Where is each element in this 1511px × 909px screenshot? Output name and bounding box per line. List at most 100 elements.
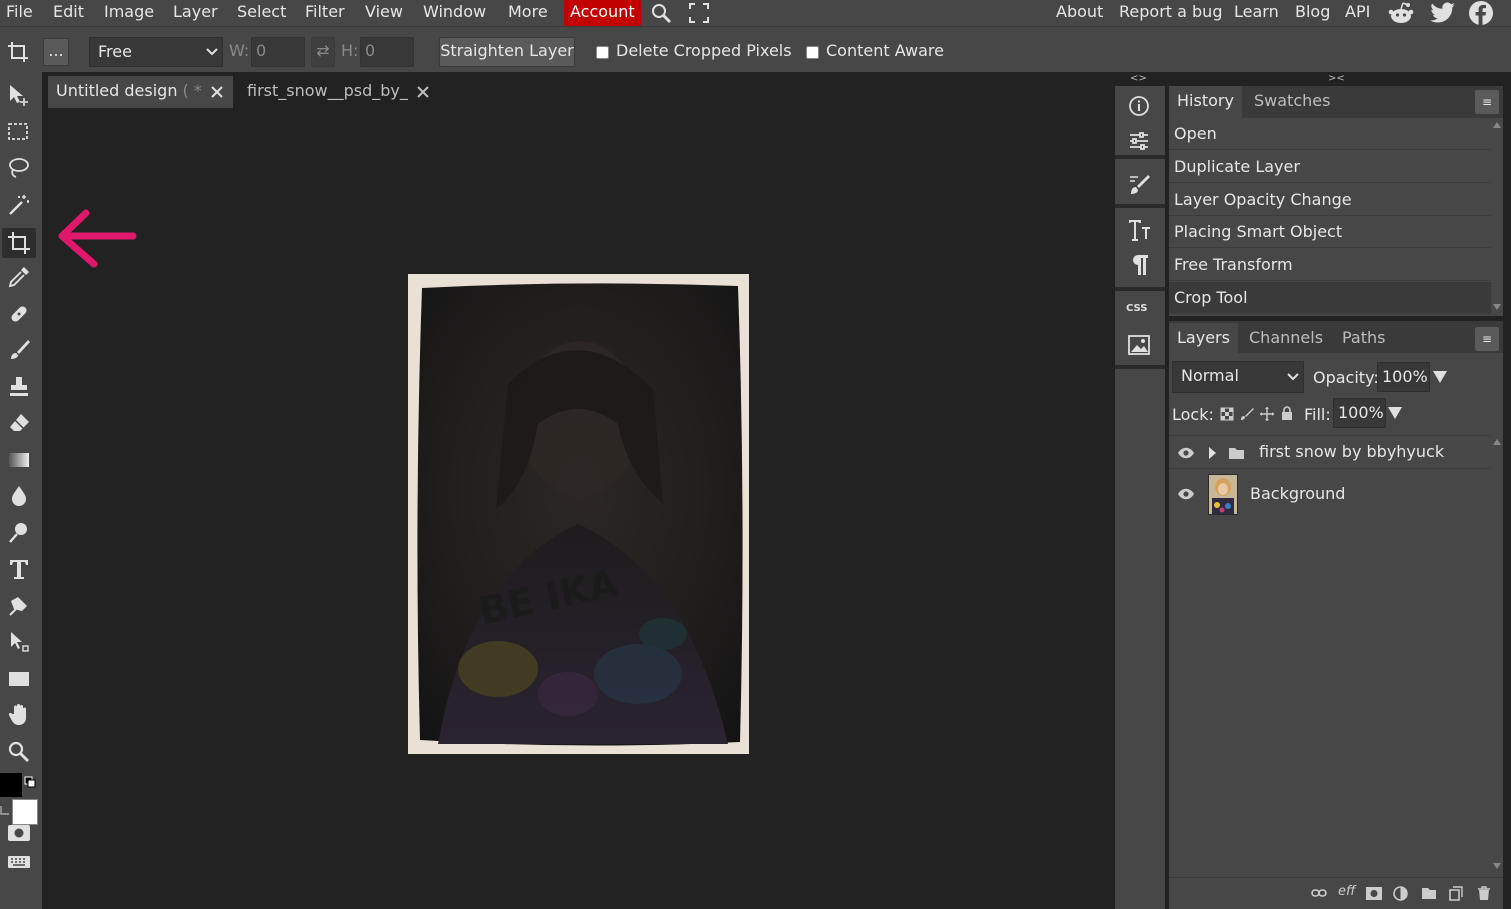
canvas-image[interactable]: BE IKA [408, 274, 749, 754]
layer-mask-icon[interactable] [1366, 887, 1382, 900]
menu-layer[interactable]: Layer [173, 0, 218, 26]
pen-tool-icon[interactable] [6, 593, 32, 619]
lock-all-icon[interactable] [1280, 406, 1294, 421]
content-aware-checkbox[interactable] [806, 46, 819, 59]
shape-tool-icon[interactable] [6, 666, 32, 692]
tab-layers[interactable]: Layers [1169, 323, 1238, 355]
clone-stamp-tool-icon[interactable] [6, 374, 32, 400]
menu-image[interactable]: Image [104, 0, 154, 26]
opacity-dropdown-icon[interactable] [1433, 371, 1447, 383]
history-item-layer-opacity-change[interactable]: Layer Opacity Change [1169, 184, 1491, 216]
collapse-left-toggle[interactable]: <> [1130, 73, 1147, 84]
visibility-eye-icon[interactable] [1177, 488, 1195, 500]
info-icon[interactable] [1128, 95, 1150, 117]
move-tool-icon[interactable] [6, 82, 32, 108]
adjustment-layer-icon[interactable] [1393, 886, 1408, 901]
character-icon[interactable] [1128, 218, 1152, 242]
scroll-up-icon[interactable] [1493, 439, 1501, 445]
eraser-tool-icon[interactable] [6, 410, 32, 436]
magic-wand-tool-icon[interactable] [6, 192, 32, 218]
tab-first-snow[interactable]: first_snow__psd_by_ [239, 76, 437, 108]
scroll-down-icon[interactable] [1493, 863, 1501, 869]
height-input[interactable]: 0 [360, 37, 414, 67]
menu-window[interactable]: Window [423, 0, 486, 26]
close-tab-icon[interactable] [416, 85, 430, 99]
menu-report-bug[interactable]: Report a bug [1119, 0, 1222, 26]
reset-colors-icon[interactable] [0, 800, 10, 815]
more-options-button[interactable]: ... [43, 38, 69, 66]
tab-history[interactable]: History [1169, 86, 1242, 118]
brush-settings-icon[interactable] [1128, 173, 1150, 197]
visibility-eye-icon[interactable] [1177, 447, 1195, 459]
swap-colors-icon[interactable] [24, 773, 36, 788]
zoom-tool-icon[interactable] [6, 739, 32, 765]
tab-swatches[interactable]: Swatches [1246, 86, 1338, 118]
menu-view[interactable]: View [365, 0, 403, 26]
blur-tool-icon[interactable] [6, 483, 32, 509]
search-icon[interactable] [650, 2, 672, 24]
dodge-tool-icon[interactable] [6, 520, 32, 546]
tab-paths[interactable]: Paths [1334, 323, 1393, 355]
history-scrollbar[interactable] [1491, 118, 1503, 316]
brush-tool-icon[interactable] [6, 337, 32, 363]
scroll-down-icon[interactable] [1493, 304, 1501, 310]
new-layer-icon[interactable] [1449, 886, 1463, 901]
fill-dropdown-icon[interactable] [1388, 407, 1402, 419]
opacity-input[interactable]: 100% [1377, 362, 1430, 392]
lock-position-icon[interactable] [1260, 407, 1274, 421]
hand-tool-icon[interactable] [6, 702, 32, 728]
reddit-icon[interactable] [1388, 1, 1414, 25]
image-panel-icon[interactable] [1128, 335, 1150, 355]
collapse-right-toggle[interactable]: >< [1328, 73, 1345, 84]
eyedropper-tool-icon[interactable] [6, 264, 32, 290]
layer-row[interactable]: Background [1169, 471, 1491, 517]
link-layers-icon[interactable] [1311, 888, 1327, 898]
facebook-icon[interactable] [1468, 0, 1494, 26]
twitter-icon[interactable] [1430, 2, 1456, 24]
menu-file[interactable]: File [6, 0, 33, 26]
history-item-duplicate-layer[interactable]: Duplicate Layer [1169, 151, 1491, 183]
menu-edit[interactable]: Edit [53, 0, 84, 26]
crop-tool-icon[interactable] [2, 228, 36, 258]
marquee-tool-icon[interactable] [6, 119, 32, 145]
layers-panel-menu-button[interactable]: ≡ [1475, 327, 1499, 351]
menu-api[interactable]: API [1345, 0, 1370, 26]
close-tab-icon[interactable] [210, 85, 224, 99]
menu-about[interactable]: About [1056, 0, 1103, 26]
type-tool-icon[interactable] [6, 556, 32, 582]
fill-input[interactable]: 100% [1333, 398, 1386, 428]
layers-scrollbar[interactable] [1491, 435, 1503, 877]
keyboard-icon[interactable] [7, 854, 31, 868]
delete-cropped-checkbox[interactable] [596, 46, 609, 59]
history-item-placing-smart-object[interactable]: Placing Smart Object [1169, 216, 1491, 248]
swap-dimensions-button[interactable]: ⇄ [311, 37, 335, 67]
fullscreen-icon[interactable] [688, 2, 710, 24]
lasso-tool-icon[interactable] [6, 155, 32, 181]
foreground-color-swatch[interactable] [0, 773, 22, 797]
scroll-up-icon[interactable] [1493, 122, 1501, 128]
lock-pixels-icon[interactable] [1240, 407, 1254, 421]
expand-group-icon[interactable] [1208, 446, 1217, 460]
menu-learn[interactable]: Learn [1234, 0, 1279, 26]
menu-select[interactable]: Select [237, 0, 286, 26]
menu-filter[interactable]: Filter [305, 0, 345, 26]
paragraph-icon[interactable] [1128, 253, 1150, 277]
history-item-free-transform[interactable]: Free Transform [1169, 249, 1491, 281]
css-panel-label[interactable]: CSS [1126, 303, 1147, 314]
healing-tool-icon[interactable] [6, 301, 32, 327]
width-input[interactable]: 0 [251, 37, 305, 67]
lock-transparency-icon[interactable] [1220, 407, 1234, 421]
history-item-open[interactable]: Open [1169, 118, 1491, 150]
tab-channels[interactable]: Channels [1241, 323, 1331, 355]
delete-layer-icon[interactable] [1477, 886, 1491, 901]
history-panel-menu-button[interactable]: ≡ [1475, 90, 1499, 114]
layer-effects-button[interactable]: eff [1338, 884, 1355, 899]
tab-untitled-design[interactable]: Untitled design ( * [48, 76, 233, 108]
account-button[interactable]: Account [564, 0, 641, 26]
crop-mode-select[interactable]: Free [89, 37, 223, 67]
history-item-crop-tool[interactable]: Crop Tool [1169, 282, 1491, 314]
menu-blog[interactable]: Blog [1295, 0, 1330, 26]
background-color-swatch[interactable] [12, 799, 38, 825]
gradient-tool-icon[interactable] [6, 447, 32, 473]
quick-mask-icon[interactable] [7, 824, 31, 842]
